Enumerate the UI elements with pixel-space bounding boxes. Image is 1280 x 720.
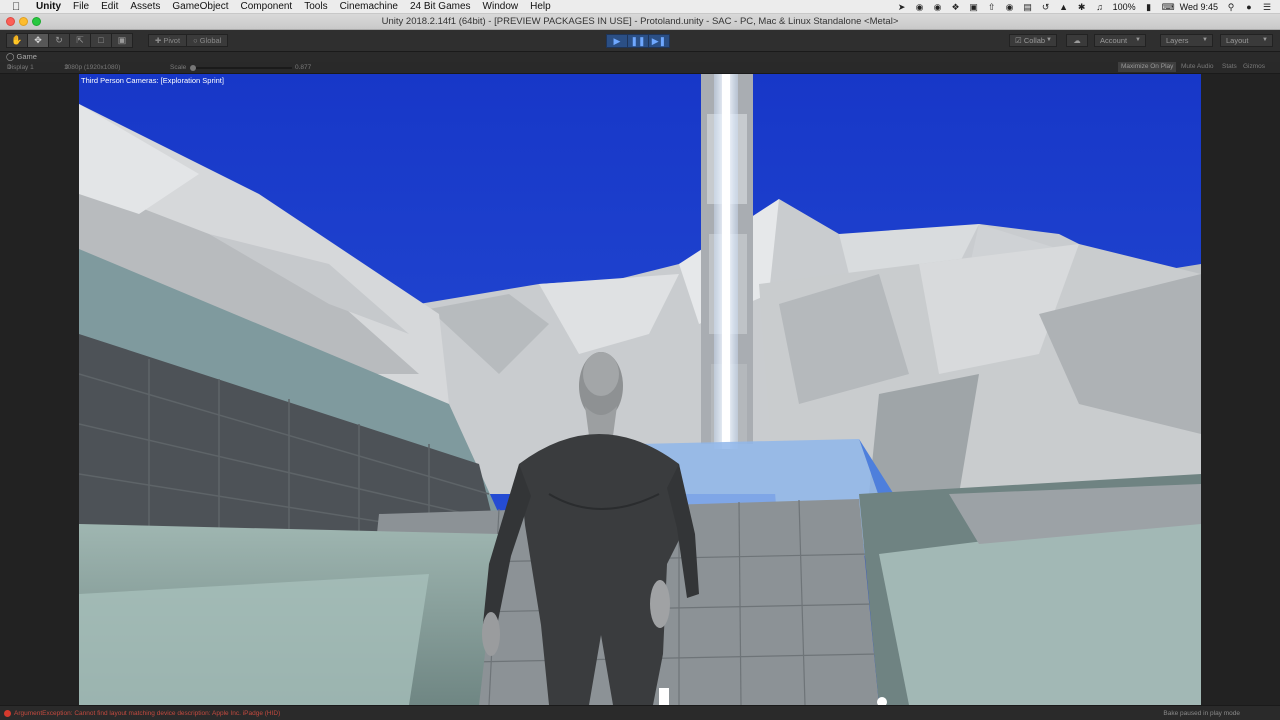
display-label: Display 1 [7, 64, 34, 71]
pivot-toggles: ✚ Pivot ○ Global [148, 34, 229, 47]
chevron-down-icon: ▼ [1202, 37, 1208, 43]
battery-icon[interactable]: ▮ [1144, 2, 1154, 12]
menu-tools[interactable]: Tools [304, 1, 327, 12]
game-viewport[interactable]: Third Person Cameras: [Exploration Sprin… [79, 74, 1201, 705]
layers-label: Layers [1166, 36, 1189, 45]
bluetooth-icon[interactable]: ✱ [1077, 2, 1087, 12]
game-tab-label: Game [16, 52, 37, 61]
navigation-icon[interactable]: ➤ [897, 2, 907, 12]
menu-gameobject[interactable]: GameObject [172, 1, 228, 12]
global-toggle[interactable]: ○ Global [186, 34, 229, 47]
console-error-message[interactable]: ArgumentException: Cannot find layout ma… [14, 706, 280, 720]
menu-edit[interactable]: Edit [101, 1, 118, 12]
layout-dropdown-body: Layout ▼ [1220, 34, 1273, 47]
menu-bar-tray: ➤ ◉ ◉ ❖ ▣ ⇧ ◉ ▤ ↺ ▲ ✱ ♫ 100% ▮ ⌨ Wed 9:4… [897, 0, 1272, 14]
user-avatar-icon[interactable]: ● [1244, 2, 1254, 12]
menu-window[interactable]: Window [483, 1, 519, 12]
camera-state-label: Third Person Cameras: [Exploration Sprin… [81, 76, 224, 85]
keyboard-icon[interactable]: ⌨ [1162, 2, 1175, 12]
scale-slider-track[interactable] [196, 67, 292, 69]
menu-cinemachine[interactable]: Cinemachine [340, 1, 398, 12]
display-icon[interactable]: ▣ [969, 2, 979, 12]
collab-dropdown-body: ☑ Collab ▼ [1009, 34, 1057, 47]
error-icon [4, 710, 11, 717]
play-icon[interactable]: ▶ [606, 34, 628, 48]
maximize-on-play-toggle[interactable]: Maximize On Play [1118, 62, 1177, 72]
chevron-down-icon: ▼ [1135, 37, 1141, 43]
notification-center-icon[interactable]: ☰ [1262, 2, 1272, 12]
menu-file[interactable]: File [73, 1, 89, 12]
transform-tools: ✋ ✥ ↻ ⇱ □ ▣ [6, 33, 133, 48]
menu-assets[interactable]: Assets [130, 1, 160, 12]
mute-audio-toggle[interactable]: Mute Audio [1178, 62, 1217, 72]
menu-24-bit-games[interactable]: 24 Bit Games [410, 1, 471, 12]
window-title: Unity 2018.2.14f1 (64bit) - [PREVIEW PAC… [381, 16, 899, 27]
step-icon[interactable]: ▶❚ [648, 34, 670, 48]
resolution-dropdown[interactable]: 1080p (1920x1080) ⇕ [64, 62, 120, 74]
account-dropdown-body: Account ▼ [1094, 34, 1146, 47]
chevron-down-icon: ▼ [1262, 37, 1268, 43]
pivot-label: Pivot [163, 36, 181, 45]
console-status-bar[interactable]: ArgumentException: Cannot find layout ma… [0, 705, 1280, 720]
display-dropdown[interactable]: Display 1 ⇕ [7, 62, 34, 74]
menu-component[interactable]: Component [241, 1, 293, 12]
apple-menu-icon[interactable]:  [12, 1, 26, 13]
time-machine-icon[interactable]: ↺ [1041, 2, 1051, 12]
layers-dropdown[interactable]: Layers ▼ [1160, 34, 1213, 47]
game-view-toolbar: Display 1 ⇕ 1080p (1920x1080) ⇕ Scale 0.… [0, 62, 1280, 74]
layout-dropdown[interactable]: Layout ▼ [1220, 34, 1273, 47]
viewport-right-letterbox [1201, 74, 1280, 705]
gizmos-toggle[interactable]: Gizmos [1240, 62, 1268, 72]
game-scene-render [79, 74, 1201, 705]
menu-help[interactable]: Help [530, 1, 551, 12]
dropbox-icon[interactable]: ❖ [951, 2, 961, 12]
rotate-tool-icon[interactable]: ↻ [48, 33, 70, 48]
transform-tool-icon[interactable]: ▣ [111, 33, 133, 48]
macos-menu-bar:  Unity File Edit Assets GameObject Comp… [0, 0, 1280, 14]
game-tab-bar: ◯ Game [0, 52, 1280, 62]
battery-percent[interactable]: 100% [1113, 2, 1136, 12]
rect-tool-icon[interactable]: □ [90, 33, 112, 48]
playback-controls: ▶ ❚❚ ▶❚ [606, 34, 670, 48]
wifi-icon[interactable]: ▲ [1059, 2, 1069, 12]
cloud-button[interactable]: ☁ [1066, 34, 1088, 47]
account-label: Account [1100, 36, 1128, 45]
global-label: Global [199, 36, 222, 45]
screen-share-icon[interactable]: ▤ [1023, 2, 1033, 12]
collab-label: Collab [1023, 36, 1046, 45]
upload-icon[interactable]: ⇧ [987, 2, 997, 12]
account-dropdown[interactable]: Account ▼ [1094, 34, 1146, 47]
scale-slider-handle[interactable] [190, 65, 196, 71]
collab-dropdown[interactable]: ☑ Collab ▼ [1009, 34, 1057, 47]
cloud-icon: ☁ [1066, 34, 1088, 47]
window-title-bar: Unity 2018.2.14f1 (64bit) - [PREVIEW PAC… [0, 14, 1280, 30]
viewport-left-letterbox [0, 74, 79, 705]
tab-game[interactable]: ◯ Game [6, 52, 37, 62]
layout-label: Layout [1226, 36, 1249, 45]
unity-toolbar: ✋ ✥ ↻ ⇱ □ ▣ ✚ Pivot ○ Global ▶ ❚❚ ▶❚ ☑ C… [0, 30, 1280, 52]
chevron-down-icon: ▼ [1046, 37, 1052, 43]
bake-status: Bake paused in play mode [1163, 710, 1240, 717]
hand-tool-icon[interactable]: ✋ [6, 33, 28, 48]
move-tool-icon[interactable]: ✥ [27, 33, 49, 48]
resolution-label: 1080p (1920x1080) [64, 64, 121, 71]
record-icon[interactable]: ◉ [1005, 2, 1015, 12]
volume-icon[interactable]: ♫ [1095, 2, 1105, 12]
nvidia-icon[interactable]: ◉ [933, 2, 943, 12]
menu-unity[interactable]: Unity [36, 1, 61, 12]
creative-cloud-icon[interactable]: ◉ [915, 2, 925, 12]
spotlight-search-icon[interactable]: ⚲ [1226, 2, 1236, 12]
pivot-toggle[interactable]: ✚ Pivot [148, 34, 188, 47]
scale-label: Scale [170, 64, 187, 71]
pause-icon[interactable]: ❚❚ [627, 34, 649, 48]
scale-value: 0.877 [295, 64, 312, 71]
clock[interactable]: Wed 9:45 [1180, 2, 1218, 12]
stats-toggle[interactable]: Stats [1219, 62, 1240, 72]
scale-tool-icon[interactable]: ⇱ [69, 33, 91, 48]
layers-dropdown-body: Layers ▼ [1160, 34, 1213, 47]
